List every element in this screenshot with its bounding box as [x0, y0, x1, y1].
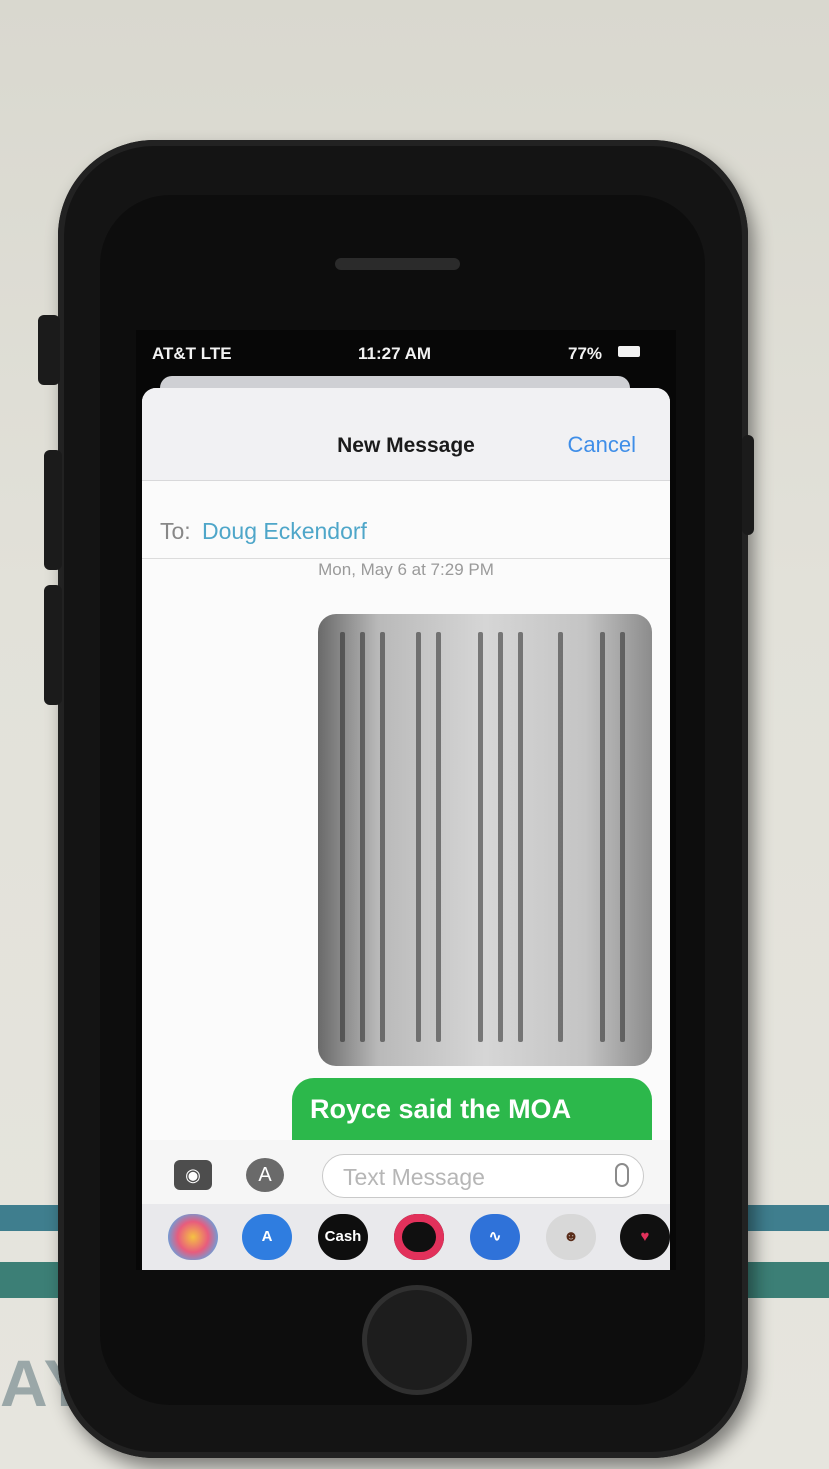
document-text-line [360, 632, 365, 1042]
camera-icon[interactable]: ◉ [174, 1160, 212, 1190]
status-bar: AT&T LTE 11:27 AM 77% [136, 330, 676, 376]
document-text-line [416, 632, 421, 1042]
cancel-button[interactable]: Cancel [568, 432, 636, 458]
imessage-app-drawer: A Cash ∿ ☻ ♥ [142, 1204, 670, 1270]
document-text-line [478, 632, 483, 1042]
document-text-line [498, 632, 503, 1042]
document-text-line [600, 632, 605, 1042]
document-text-line [340, 632, 345, 1042]
mute-switch[interactable] [38, 315, 60, 385]
message-text-field[interactable] [341, 1163, 595, 1191]
microphone-icon[interactable] [615, 1163, 629, 1187]
home-button[interactable] [362, 1285, 472, 1395]
power-button[interactable] [742, 435, 754, 535]
carrier-label: AT&T LTE [152, 344, 232, 363]
volume-up-button[interactable] [44, 450, 62, 570]
recipient-field[interactable]: To: Doug Eckendorf [142, 498, 670, 559]
battery-icon [618, 346, 640, 357]
apple-cash-icon[interactable]: Cash [318, 1214, 368, 1260]
audio-message-icon[interactable]: ∿ [470, 1214, 520, 1260]
sent-message-text: Royce said the MOA [310, 1094, 572, 1124]
recipient-chip[interactable]: Doug Eckendorf [202, 518, 367, 545]
app-store-icon[interactable]: A [242, 1214, 292, 1260]
document-text-line [558, 632, 563, 1042]
memoji-icon[interactable]: ☻ [546, 1214, 596, 1260]
message-input[interactable] [322, 1154, 644, 1198]
clock: 11:27 AM [358, 344, 432, 363]
new-message-sheet: New Message Cancel To: Doug Eckendorf Mo… [142, 388, 670, 1270]
digital-touch-icon[interactable]: ♥ [620, 1214, 670, 1260]
document-text-line [436, 632, 441, 1042]
earpiece [335, 258, 460, 270]
battery-percentage: 77% [568, 344, 603, 363]
document-text-line [518, 632, 523, 1042]
document-text-line [620, 632, 625, 1042]
document-photo-attachment[interactable] [318, 614, 652, 1066]
message-composer: ◉ A [142, 1140, 670, 1204]
phone-screen: AT&T LTE 11:27 AM 77% New Message Cancel… [136, 330, 676, 1270]
nav-bar: New Message Cancel [142, 388, 670, 481]
to-label: To: [160, 518, 191, 544]
activity-icon[interactable] [394, 1214, 444, 1260]
document-text-line [380, 632, 385, 1042]
volume-down-button[interactable] [44, 585, 62, 705]
message-timestamp: Mon, May 6 at 7:29 PM [318, 560, 494, 579]
photos-icon[interactable] [168, 1214, 218, 1260]
app-store-icon[interactable]: A [246, 1158, 284, 1192]
